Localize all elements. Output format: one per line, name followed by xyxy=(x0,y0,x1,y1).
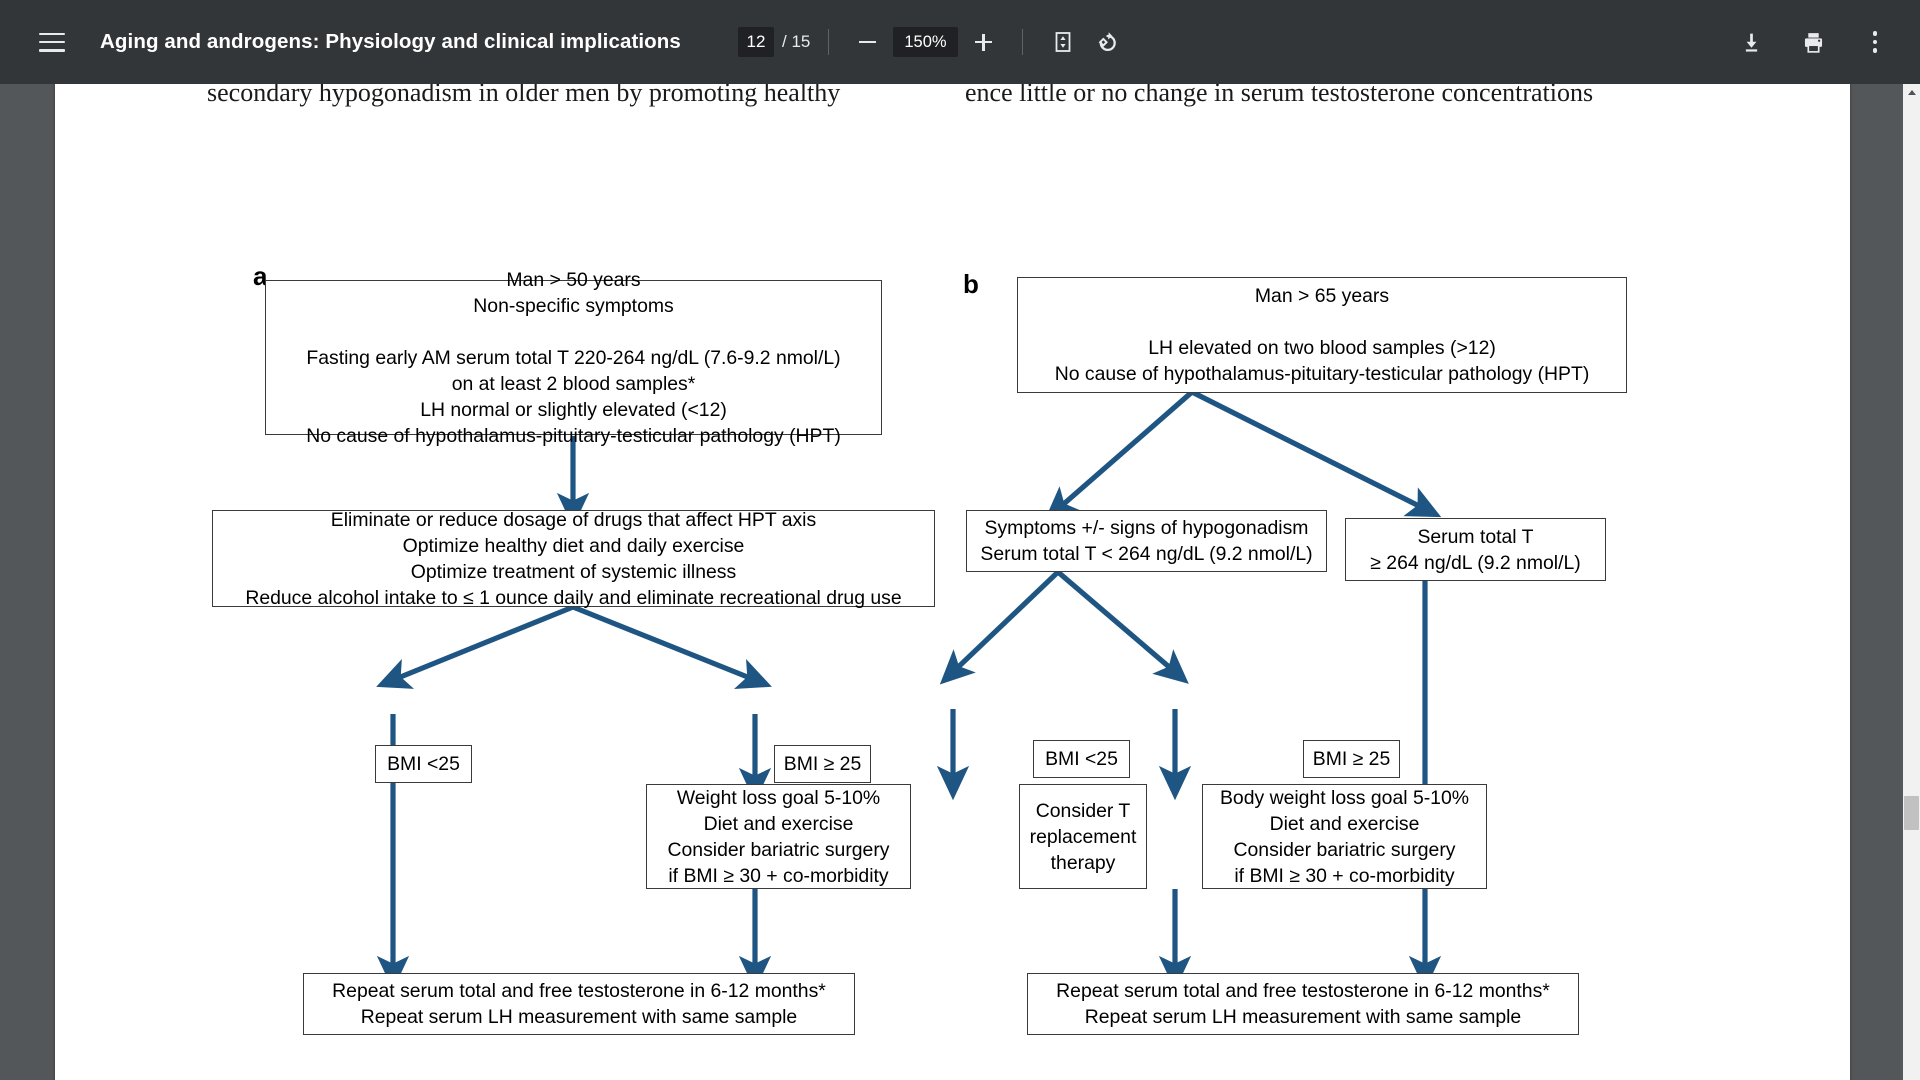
node-a-bmi-high: BMI ≥ 25 xyxy=(774,745,871,783)
node-a-repeat: Repeat serum total and free testosterone… xyxy=(303,973,855,1035)
node-b-normal-t: Serum total T ≥ 264 ng/dL (9.2 nmol/L) xyxy=(1345,518,1606,581)
document-title: Aging and androgens: Physiology and clin… xyxy=(100,30,681,53)
rotate-button[interactable] xyxy=(1085,20,1129,64)
zoom-level-display[interactable]: 150% xyxy=(893,27,958,57)
node-b-weightloss: Body weight loss goal 5-10% Diet and exe… xyxy=(1202,784,1487,889)
toolbar-divider-2 xyxy=(1021,29,1023,55)
node-b-bmi-low: BMI <25 xyxy=(1033,740,1130,778)
more-options-icon xyxy=(1872,31,1878,53)
zoom-out-button[interactable] xyxy=(847,22,887,62)
rotate-counterclockwise-icon xyxy=(1098,32,1116,51)
panel-label-b: b xyxy=(963,269,979,299)
scrollbar-thumb[interactable] xyxy=(1904,796,1919,830)
flowchart-figure: a Man > 50 years Non-specific symptoms F… xyxy=(55,84,1850,1080)
download-button[interactable] xyxy=(1728,19,1774,65)
page-count-label: / 15 xyxy=(782,32,811,51)
node-b-entry: Man > 65 years LH elevated on two blood … xyxy=(1017,277,1627,393)
print-icon xyxy=(1804,32,1822,53)
hamburger-menu-button[interactable] xyxy=(28,18,76,66)
minus-icon xyxy=(858,40,876,44)
node-b-bmi-high: BMI ≥ 25 xyxy=(1303,740,1400,778)
hamburger-menu-icon xyxy=(39,32,65,52)
toolbar-right-actions xyxy=(1728,0,1898,84)
fit-to-page-icon xyxy=(1055,32,1070,52)
download-icon xyxy=(1745,33,1757,52)
pdf-page: secondary hypogonadism in older men by p… xyxy=(55,84,1850,1080)
zoom-in-button[interactable] xyxy=(964,22,1004,62)
fit-to-page-button[interactable] xyxy=(1041,20,1085,64)
scroll-up-arrow-icon xyxy=(1907,90,1916,95)
plus-icon-vertical xyxy=(982,33,985,51)
node-a-bmi-low: BMI <25 xyxy=(375,745,472,783)
node-a-entry: Man > 50 years Non-specific symptoms Fas… xyxy=(265,269,882,447)
toolbar-divider xyxy=(828,29,830,55)
pdf-viewer-area[interactable]: secondary hypogonadism in older men by p… xyxy=(0,84,1920,1080)
node-a-weightloss: Weight loss goal 5-10% Diet and exercise… xyxy=(646,784,911,889)
node-a-lifestyle: Eliminate or reduce dosage of drugs that… xyxy=(212,509,935,609)
page-number-input[interactable]: 12 xyxy=(738,27,774,57)
more-options-button[interactable] xyxy=(1852,19,1898,65)
print-button[interactable] xyxy=(1790,19,1836,65)
pdf-viewer-toolbar: Aging and androgens: Physiology and clin… xyxy=(0,0,1920,84)
node-b-consider-t: Consider T replacement therapy xyxy=(1019,784,1147,889)
vertical-scrollbar[interactable] xyxy=(1903,84,1920,1080)
page-navigation-controls: 12 / 15 150% xyxy=(738,0,1129,84)
scroll-up-button[interactable] xyxy=(1903,84,1920,101)
node-b-symptomatic: Symptoms +/- signs of hypogonadism Serum… xyxy=(966,510,1327,572)
node-b-repeat: Repeat serum total and free testosterone… xyxy=(1027,973,1579,1035)
